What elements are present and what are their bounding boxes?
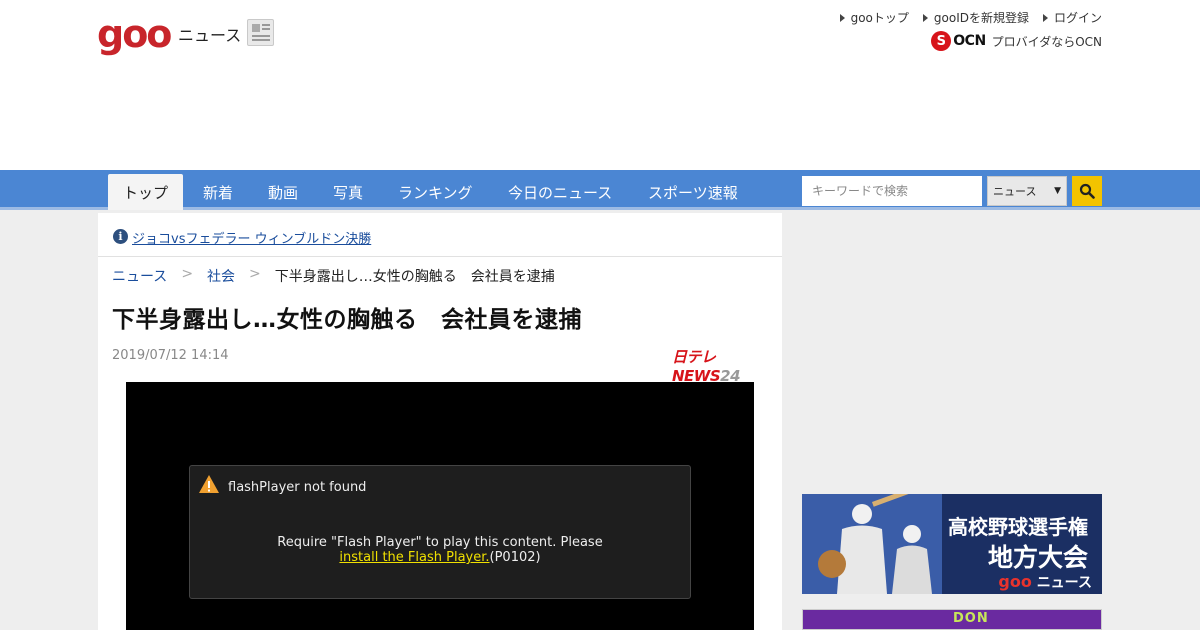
error-message: Require "Flash Player" to play this cont… xyxy=(277,535,603,565)
breadcrumb-news[interactable]: ニュース xyxy=(112,266,167,286)
article-title: 下半身露出し…女性の胸触る 会社員を逮捕 xyxy=(112,307,582,333)
news-section-label[interactable]: ニュース xyxy=(178,22,241,46)
error-title: flashPlayer not found xyxy=(228,480,367,495)
tab-top[interactable]: トップ xyxy=(108,174,183,210)
triangle-right-icon xyxy=(922,13,928,22)
login-link[interactable]: ログイン xyxy=(1042,9,1102,26)
install-flash-link[interactable]: install the Flash Player. xyxy=(339,550,489,565)
tab-new[interactable]: 新着 xyxy=(203,182,233,203)
article-panel: i ジョコvsフェデラー ウィンブルドン決勝 ニュース > 社会 > 下半身露出… xyxy=(98,213,782,630)
breadcrumb-separator: > xyxy=(249,266,261,282)
tab-photo[interactable]: 写真 xyxy=(333,182,363,203)
promo-banner[interactable]: DON xyxy=(802,609,1102,630)
dropdown-arrow-icon: ▼ xyxy=(1054,186,1061,196)
koshien-banner[interactable]: 高校野球選手権 地方大会 goo ニュース xyxy=(802,494,1102,594)
tab-video[interactable]: 動画 xyxy=(268,182,298,203)
breadcrumb: ニュース > 社会 > 下半身露出し…女性の胸触る 会社員を逮捕 xyxy=(112,266,555,286)
topic-link[interactable]: ジョコvsフェデラー ウィンブルドン決勝 xyxy=(132,228,371,247)
topic-bar: i ジョコvsフェデラー ウィンブルドン決勝 xyxy=(98,213,782,257)
ocn-logo: S OCN xyxy=(931,31,986,51)
gooid-register-link[interactable]: gooIDを新規登録 xyxy=(922,9,1029,26)
flash-error-dialog: flashPlayer not found Require "Flash Pla… xyxy=(189,465,691,599)
goo-logo[interactable]: goo xyxy=(97,12,172,56)
site-header: goo ニュース gooトップ gooIDを新規登録 ログイン S OCN プロ… xyxy=(0,0,1200,170)
tab-sports[interactable]: スポーツ速報 xyxy=(648,182,738,203)
ocn-provider-link[interactable]: S OCN プロバイダならOCN xyxy=(931,31,1102,51)
search-scope-select[interactable]: ニュース ▼ xyxy=(987,176,1067,206)
warning-icon xyxy=(199,475,219,493)
breadcrumb-society[interactable]: 社会 xyxy=(207,266,235,286)
main-nav: トップ 新着 動画 写真 ランキング 今日のニュース スポーツ速報 ニュース ▼ xyxy=(0,170,1200,210)
newspaper-icon xyxy=(247,19,274,46)
goo-top-link[interactable]: gooトップ xyxy=(839,9,909,26)
triangle-right-icon xyxy=(839,13,845,22)
video-player[interactable]: flashPlayer not found Require "Flash Pla… xyxy=(126,382,754,630)
breadcrumb-current: 下半身露出し…女性の胸触る 会社員を逮捕 xyxy=(274,269,555,285)
ocn-logo-icon: S xyxy=(931,31,952,51)
tab-today-news[interactable]: 今日のニュース xyxy=(508,182,612,203)
triangle-right-icon xyxy=(1042,13,1048,22)
info-icon: i xyxy=(113,229,128,244)
search-button[interactable] xyxy=(1072,176,1102,206)
provider-logo[interactable]: 日テレNEWS24 xyxy=(672,346,782,385)
search-icon xyxy=(1079,183,1095,199)
tab-ranking[interactable]: ランキング xyxy=(398,182,473,203)
search-input[interactable] xyxy=(802,176,982,206)
article-date: 2019/07/12 14:14 xyxy=(112,348,229,363)
header-links: gooトップ gooIDを新規登録 ログイン xyxy=(839,9,1102,26)
baseball-players-image xyxy=(802,494,942,594)
breadcrumb-separator: > xyxy=(181,266,194,282)
